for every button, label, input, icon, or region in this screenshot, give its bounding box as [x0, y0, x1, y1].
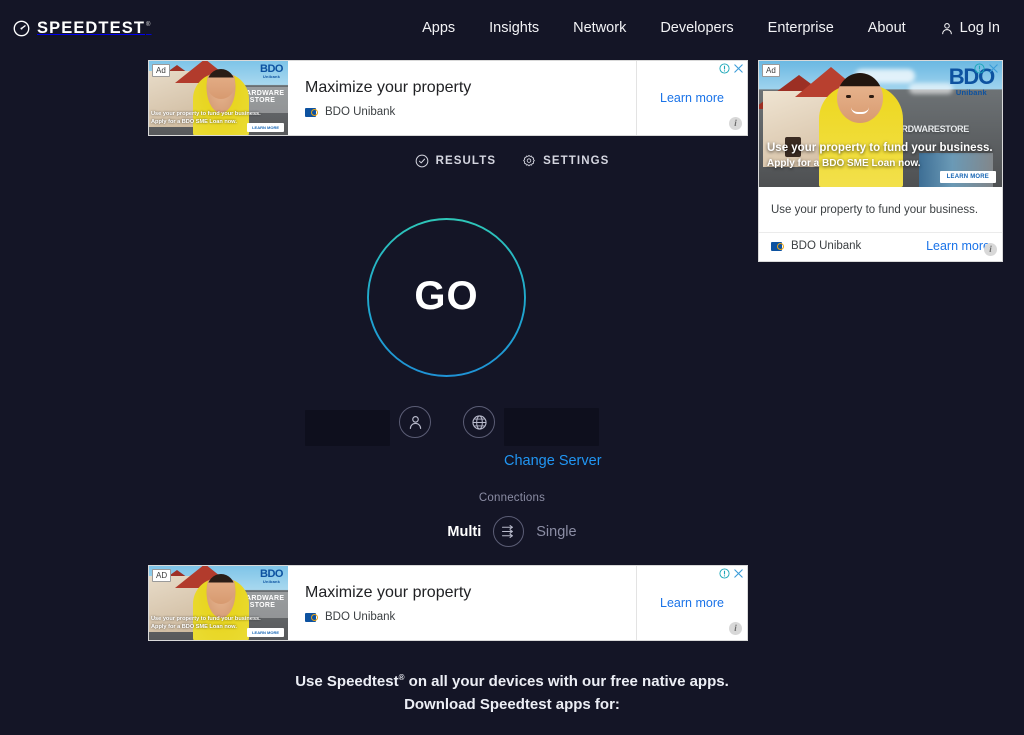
- info-circle-icon[interactable]: [974, 63, 985, 74]
- brand-text: SPEEDTEST: [37, 19, 152, 38]
- globe-icon: [471, 414, 488, 431]
- ad-label: Ad: [152, 64, 170, 77]
- ad-advertiser: BDO Unibank: [305, 106, 636, 118]
- speedometer-icon: [13, 20, 30, 37]
- nav-item-developers[interactable]: Developers: [643, 0, 750, 56]
- connections-label: Connections: [478, 492, 546, 504]
- go-button[interactable]: GO: [366, 217, 527, 378]
- ad-cta-label: Learn more: [660, 596, 724, 610]
- nav-item-apps[interactable]: Apps: [405, 0, 472, 56]
- ad-cta-label: Learn more: [660, 91, 724, 105]
- tab-settings[interactable]: SETTINGS: [518, 152, 613, 170]
- nav-item-enterprise[interactable]: Enterprise: [751, 0, 851, 56]
- nav-item-insights[interactable]: Insights: [472, 0, 556, 56]
- ad-footer: BDO Unibank Learn more: [759, 231, 1002, 261]
- isp-name-redacted: [305, 410, 390, 446]
- connections-single-label[interactable]: Single: [536, 524, 576, 540]
- ad-cta-label[interactable]: Learn more: [926, 239, 990, 253]
- ad-overlay-button[interactable]: LEARN MORE: [247, 123, 284, 132]
- ad-controls: [719, 63, 744, 74]
- connections-toggle-button[interactable]: [493, 516, 525, 547]
- server-button[interactable]: [463, 406, 495, 438]
- tab-settings-label: SETTINGS: [543, 155, 610, 167]
- tab-results[interactable]: RESULTS: [411, 152, 501, 170]
- info-dot-icon[interactable]: i: [729, 117, 742, 130]
- ad-favicon-icon: [305, 612, 318, 622]
- check-circle-icon: [415, 154, 429, 168]
- native-apps-footer: Use Speedtest® on all your devices with …: [0, 670, 1024, 717]
- change-server-link[interactable]: Change Server: [504, 453, 602, 469]
- connections-toggle: Multi Single: [0, 516, 1024, 547]
- ad-advertiser-name: BDO Unibank: [325, 106, 396, 119]
- person-icon: [407, 414, 424, 431]
- footer-line-2: Download Speedtest apps for:: [404, 696, 620, 714]
- ad-body: Maximize your property BDO Unibank: [288, 566, 637, 640]
- footer-line-1-suffix: on all your devices with our free native…: [404, 673, 729, 690]
- ad-headline: Maximize your property: [305, 583, 472, 601]
- footer-line-1: Use Speedtest® on all your devices with …: [0, 670, 1024, 693]
- close-x-icon[interactable]: [733, 63, 744, 74]
- nav-item-about[interactable]: About: [851, 0, 923, 56]
- connections-multi-label[interactable]: Multi: [447, 524, 481, 540]
- result-settings-tabs: RESULTS SETTINGS: [0, 152, 1024, 170]
- login-button[interactable]: Log In: [923, 0, 1010, 56]
- ad-description: Use your property to fund your business.: [759, 187, 1002, 233]
- login-label: Log In: [959, 20, 1000, 36]
- ad-overlay-button[interactable]: LEARN MORE: [939, 171, 996, 183]
- person-icon: [940, 21, 954, 36]
- bottom-banner-ad[interactable]: AD HARDWARE STORE BDO Unibank Use your p…: [148, 565, 748, 641]
- site-header: SPEEDTEST Apps Insights Network Develope…: [0, 0, 1024, 56]
- go-button-label: GO: [414, 274, 479, 318]
- ad-bdo-logo: BDO Unibank: [260, 568, 283, 584]
- server-name-redacted: [504, 408, 599, 446]
- info-dot-icon[interactable]: i: [729, 622, 742, 635]
- info-circle-icon[interactable]: [719, 568, 730, 579]
- isp-button[interactable]: [399, 406, 431, 438]
- top-banner-ad[interactable]: Ad HARDWARE STORE BDO Unibank Use your p…: [148, 60, 748, 136]
- info-dot-icon[interactable]: i: [984, 243, 997, 256]
- ad-label: Ad: [762, 64, 780, 77]
- tab-results-label: RESULTS: [435, 155, 497, 167]
- ad-creative-image: HARDWARE STORE BDO Unibank Use your prop…: [149, 61, 288, 135]
- ad-favicon-icon: [771, 241, 784, 251]
- ad-favicon-icon: [305, 107, 318, 117]
- ad-headline: Maximize your property: [305, 78, 472, 96]
- ad-advertiser: BDO Unibank: [305, 611, 636, 623]
- ad-advertiser-name: BDO Unibank: [325, 611, 396, 624]
- nav-item-network[interactable]: Network: [556, 0, 643, 56]
- ad-advertiser-name: BDO Unibank: [791, 240, 862, 252]
- gear-icon: [522, 154, 536, 168]
- ad-label: AD: [152, 569, 172, 582]
- ad-bdo-logo: BDO Unibank: [260, 63, 283, 79]
- close-x-icon[interactable]: [733, 568, 744, 579]
- speedtest-logo[interactable]: SPEEDTEST: [13, 19, 152, 38]
- info-circle-icon[interactable]: [719, 63, 730, 74]
- ad-body: Maximize your property BDO Unibank: [288, 61, 637, 135]
- ad-controls: [719, 568, 744, 579]
- main-navigation: Apps Insights Network Developers Enterpr…: [405, 0, 1010, 56]
- ad-controls: [974, 63, 999, 74]
- multi-arrows-icon: [500, 523, 517, 540]
- ad-overlay-button[interactable]: LEARN MORE: [247, 628, 284, 637]
- footer-line-1-prefix: Use Speedtest: [295, 673, 399, 690]
- close-x-icon[interactable]: [988, 63, 999, 74]
